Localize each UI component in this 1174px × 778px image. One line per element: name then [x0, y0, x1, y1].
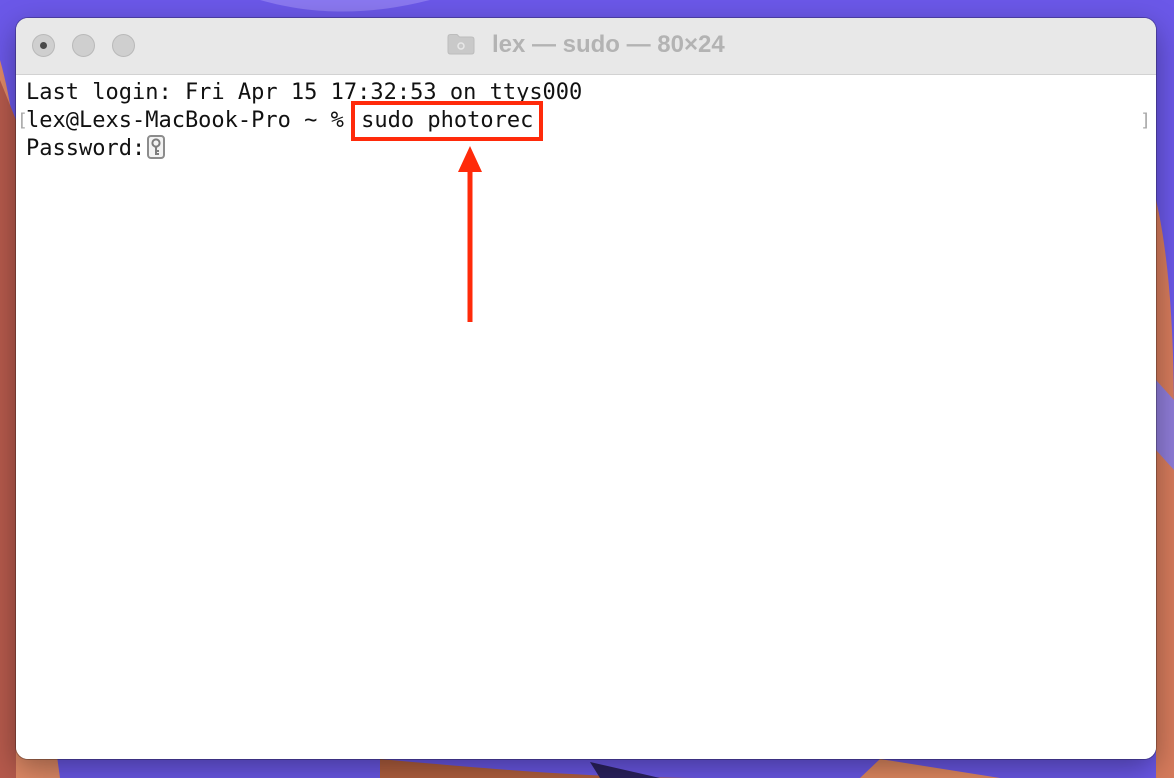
annotation-arrow-icon	[458, 146, 482, 322]
